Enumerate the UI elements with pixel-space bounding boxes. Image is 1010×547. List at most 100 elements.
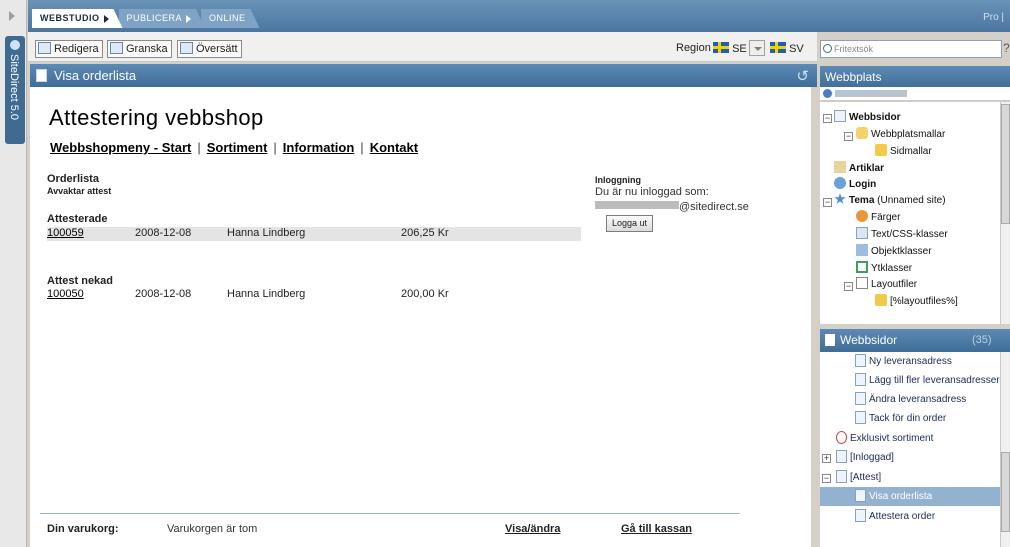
scrollbar-thumb[interactable] (1001, 452, 1010, 532)
list-item-selected[interactable]: Visa orderlista (820, 487, 1000, 506)
collapse-toggle[interactable]: − (823, 114, 832, 123)
list-item-label: Attestera order (869, 511, 936, 522)
collapse-toggle[interactable]: − (844, 132, 853, 141)
top-right-menu[interactable]: Pro | (983, 12, 1004, 23)
page-icon (834, 110, 846, 122)
tree-item-ytklasser[interactable]: Ytklasser (856, 261, 912, 277)
tree-item-webbplatsmallar[interactable]: Webbplatsmallar (856, 127, 945, 143)
tab-publicera-label: PUBLICERA (126, 13, 183, 23)
tree-item-webbsidor[interactable]: Webbsidor (834, 110, 900, 126)
website-tree: − Webbsidor − Webbplatsmallar Sidmallar … (820, 102, 1010, 324)
nav-link-sortiment[interactable]: Sortiment (207, 140, 268, 155)
page-heading: Attestering vebbshop (49, 105, 264, 130)
tab-publicera[interactable]: PUBLICERA (119, 9, 206, 28)
tree-item-objektklasser[interactable]: Objektklasser (856, 244, 932, 260)
list-item[interactable]: Lägg till fler leveransadresser (855, 371, 1000, 390)
region-label: Region (676, 42, 711, 54)
order-id-link[interactable]: 100059 (47, 227, 84, 239)
template-icon (856, 127, 868, 139)
refresh-icon[interactable]: ↺ (796, 65, 809, 88)
tab-online[interactable]: ONLINE (201, 9, 260, 28)
document-icon (825, 334, 835, 346)
list-item-label: Visa orderlista (869, 491, 933, 502)
tree-label: Färger (871, 212, 901, 223)
website-panel-header: Webbplats (820, 66, 1010, 89)
list-item[interactable]: Attestera order (855, 507, 935, 526)
nav-link-start[interactable]: Webbshopmeny - Start (50, 140, 191, 155)
list-item-label: Tack för din order (869, 413, 947, 424)
order-date: 2008-12-08 (135, 227, 192, 239)
checkout-link[interactable]: Gå till kassan (621, 523, 692, 535)
edit-icon (38, 42, 51, 54)
list-item[interactable]: [Inloggad] (836, 448, 894, 467)
tree-scrollbar[interactable] (1000, 102, 1010, 324)
order-row: 100050 2008-12-08 Hanna Lindberg 200,00 … (47, 288, 581, 302)
collapse-toggle[interactable]: − (844, 282, 853, 291)
collapse-toggle[interactable]: − (823, 198, 832, 207)
collapse-toggle[interactable]: − (822, 474, 831, 483)
logout-button[interactable]: Logga ut (606, 215, 654, 232)
view-edit-cart-link[interactable]: Visa/ändra (505, 523, 560, 535)
pages-scrollbar[interactable] (1000, 352, 1010, 547)
list-item[interactable]: Exklusivt sortiment (836, 429, 933, 448)
folder-icon (875, 294, 887, 306)
tree-item-layoutfiles-var[interactable]: [%layoutfiles%] (875, 294, 958, 310)
list-item[interactable]: Ändra leveransadress (855, 390, 966, 409)
tree-item-farger[interactable]: Färger (856, 210, 900, 226)
review-button[interactable]: Granska (107, 40, 172, 58)
list-item[interactable]: [Attest] (836, 468, 881, 487)
sweden-flag-icon (770, 42, 786, 53)
sitedirect-logo-icon (10, 40, 20, 50)
star-icon (834, 193, 846, 204)
tab-webstudio[interactable]: WEBSTUDIO (32, 9, 123, 28)
nav-separator: | (360, 140, 364, 155)
sitedirect-tab[interactable]: SiteDirect 5.0 (5, 36, 25, 144)
tree-item-text-css[interactable]: Text/CSS-klasser (856, 227, 948, 243)
site-nav: Webbshopmeny - Start | Sortiment | Informati… (50, 140, 418, 155)
expand-toggle[interactable]: + (822, 454, 831, 463)
language-select[interactable]: SV (770, 42, 804, 55)
tree-item-sidmallar[interactable]: Sidmallar (875, 144, 932, 160)
globe-icon (823, 89, 832, 98)
pages-count: (35) (972, 334, 992, 346)
help-icon[interactable]: ? (1003, 41, 1010, 55)
list-item[interactable]: Ny leveransadress (855, 352, 952, 371)
expand-arrow-icon[interactable] (9, 11, 15, 21)
tree-label: Webbsidor (849, 112, 901, 123)
tab-online-label: ONLINE (209, 13, 246, 23)
list-item[interactable]: Tack för din order (855, 409, 946, 428)
tab-webstudio-label: WEBSTUDIO (40, 13, 100, 23)
article-icon (834, 161, 846, 173)
list-item-label: Exklusivt sortiment (850, 433, 934, 444)
edit-button[interactable]: Redigera (35, 40, 103, 58)
region-dropdown-button[interactable] (749, 40, 765, 56)
site-selector[interactable] (820, 87, 1010, 101)
tree-item-login[interactable]: Login (834, 177, 876, 193)
page-icon (855, 392, 866, 405)
search-input[interactable]: Fritextsök (820, 40, 1002, 58)
orderlist-subtitle: Avvaktar attest (47, 186, 112, 196)
region-select[interactable]: SE (713, 42, 747, 55)
tree-item-tema[interactable]: Tema (Unnamed site) (834, 193, 946, 209)
nav-link-kontakt[interactable]: Kontakt (370, 140, 418, 155)
tree-label: Ytklasser (871, 263, 913, 274)
nav-link-information[interactable]: Information (283, 140, 355, 155)
tree-item-artiklar[interactable]: Artiklar (834, 161, 884, 177)
right-sidebar: Fritextsök ? Webbplats − Webbsidor − Web… (817, 32, 1010, 547)
translate-button[interactable]: Översätt (177, 40, 242, 58)
chevron-right-icon (104, 15, 109, 23)
tree-label: Layoutfiler (871, 279, 918, 290)
order-id-link[interactable]: 100050 (47, 288, 84, 300)
language-value: SV (789, 43, 804, 55)
nav-separator: | (273, 140, 277, 155)
list-item-label: [Attest] (850, 472, 882, 483)
tree-item-layoutfiler[interactable]: Layoutfiler (856, 277, 917, 293)
website-panel-title: Webbplats (825, 70, 882, 84)
scrollbar-thumb[interactable] (1001, 104, 1010, 224)
surface-class-icon (856, 261, 868, 273)
section-title-rejected: Attest nekad (47, 275, 114, 287)
cart-label: Din varukorg: (47, 523, 119, 535)
folder-page-icon (836, 450, 847, 463)
pages-panel-title: Webbsidor (840, 333, 898, 347)
login-status-text: Du är nu inloggad som: (595, 186, 709, 198)
